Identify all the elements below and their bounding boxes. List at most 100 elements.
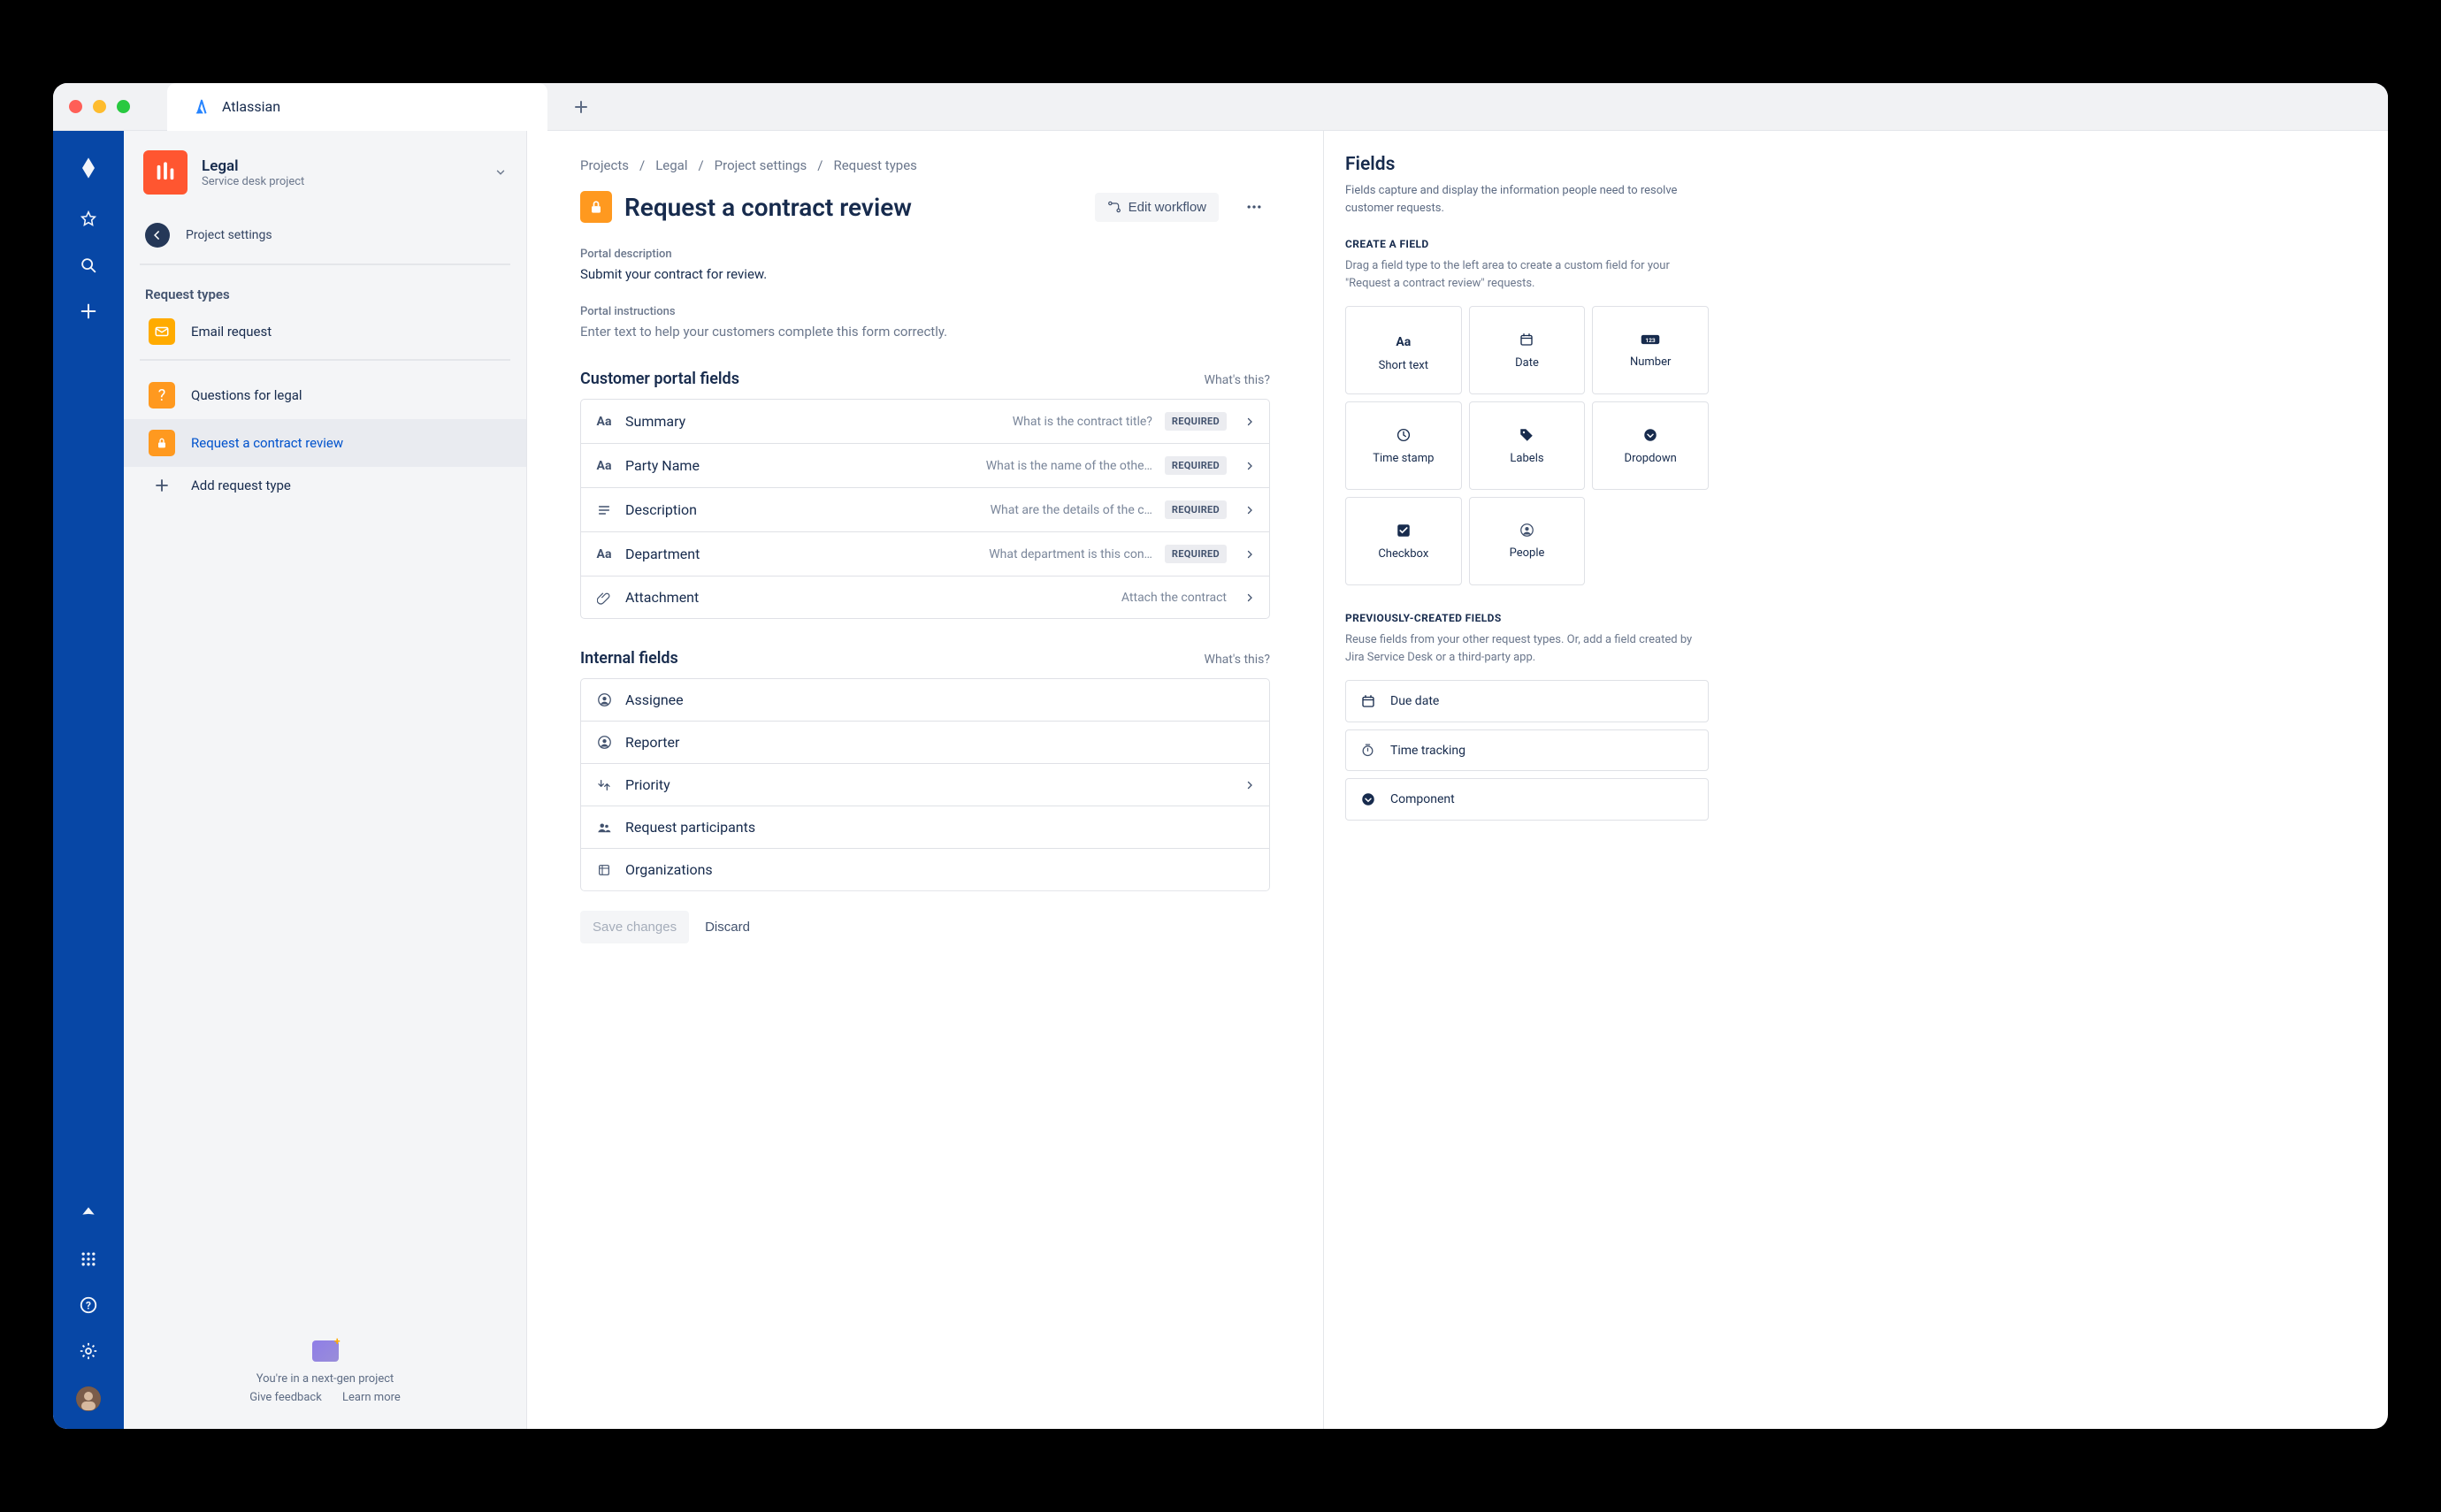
field-type-icon: [1360, 791, 1378, 807]
portal-field-row[interactable]: AaParty NameWhat is the name of the othe…: [581, 444, 1269, 488]
portal-field-row[interactable]: DescriptionWhat are the details of the c…: [581, 488, 1269, 532]
back-to-project-settings[interactable]: Project settings: [124, 210, 526, 260]
discard-button[interactable]: Discard: [705, 911, 750, 943]
field-helper: Attach the contract: [711, 591, 1227, 605]
app-switcher-icon[interactable]: [78, 1249, 99, 1270]
field-type-label: Labels: [1510, 452, 1543, 465]
search-icon[interactable]: [78, 255, 99, 276]
notifications-icon[interactable]: [78, 1203, 99, 1224]
customer-portal-fields-heading: Customer portal fields: [580, 370, 739, 388]
jira-logo-icon[interactable]: [73, 152, 104, 184]
field-type-card[interactable]: People: [1469, 497, 1586, 585]
portal-field-row[interactable]: AaDepartmentWhat department is this con……: [581, 532, 1269, 577]
required-badge: REQUIRED: [1165, 545, 1227, 563]
field-type-card[interactable]: Checkbox: [1345, 497, 1462, 585]
close-window-button[interactable]: [69, 100, 82, 113]
portal-instructions-label: Portal instructions: [580, 305, 1270, 318]
portal-field-row[interactable]: AaSummaryWhat is the contract title?REQU…: [581, 400, 1269, 444]
field-type-icon: [595, 863, 613, 877]
crumb-projects[interactable]: Projects: [580, 157, 629, 173]
field-type-card[interactable]: 123Number: [1592, 306, 1709, 394]
edit-workflow-button[interactable]: Edit workflow: [1095, 193, 1219, 222]
field-type-label: People: [1510, 546, 1545, 560]
field-type-card[interactable]: Labels: [1469, 401, 1586, 490]
prev-field-label: Due date: [1390, 694, 1439, 708]
field-name: Request participants: [625, 819, 755, 836]
portal-description-value[interactable]: Submit your contract for review.: [580, 266, 1270, 282]
help-icon[interactable]: ?: [78, 1294, 99, 1316]
project-header[interactable]: Legal Service desk project: [124, 131, 526, 210]
field-name: Assignee: [625, 691, 684, 708]
field-type-icon: [1519, 427, 1534, 443]
internal-field-row[interactable]: Request participants: [581, 806, 1269, 849]
learn-more-link[interactable]: Learn more: [342, 1391, 401, 1404]
more-actions-button[interactable]: [1238, 193, 1270, 221]
portal-instructions-placeholder[interactable]: Enter text to help your customers comple…: [580, 324, 1270, 340]
crumb-project-settings[interactable]: Project settings: [715, 157, 807, 173]
request-type-icon: [580, 191, 612, 223]
internal-field-row[interactable]: Reporter: [581, 722, 1269, 764]
field-type-label: Dropdown: [1625, 452, 1677, 465]
field-name: Party Name: [625, 457, 700, 474]
project-settings-label: Project settings: [186, 228, 272, 242]
chevron-right-icon: [1239, 416, 1255, 427]
nextgen-label: You're in a next-gen project: [134, 1372, 516, 1386]
field-name: Description: [625, 501, 697, 518]
required-badge: REQUIRED: [1165, 500, 1227, 519]
crumb-legal[interactable]: Legal: [655, 157, 687, 173]
main-area: Projects/ Legal/ Project settings/ Reque…: [527, 131, 2388, 1429]
internal-field-row[interactable]: Assignee: [581, 679, 1269, 722]
settings-gear-icon[interactable]: [78, 1340, 99, 1362]
arrow-left-icon: [145, 223, 170, 248]
crumb-request-types[interactable]: Request types: [833, 157, 916, 173]
whats-this-link[interactable]: What's this?: [1205, 373, 1270, 387]
give-feedback-link[interactable]: Give feedback: [249, 1391, 322, 1404]
field-type-icon: 123: [1641, 332, 1660, 347]
minimize-window-button[interactable]: [93, 100, 106, 113]
prev-field-label: Component: [1390, 792, 1455, 806]
field-type-icon: [1360, 743, 1378, 758]
maximize-window-button[interactable]: [117, 100, 130, 113]
prev-field-item[interactable]: Due date: [1345, 680, 1709, 722]
create-icon[interactable]: [78, 301, 99, 322]
whats-this-link[interactable]: What's this?: [1205, 653, 1270, 667]
global-nav-rail: ?: [53, 131, 124, 1429]
user-avatar[interactable]: [76, 1386, 101, 1411]
project-sidebar: Legal Service desk project Project setti…: [124, 131, 527, 1429]
field-type-card[interactable]: Dropdown: [1592, 401, 1709, 490]
new-tab-button[interactable]: [574, 100, 588, 114]
chevron-down-icon[interactable]: [494, 166, 507, 179]
chevron-right-icon: [1239, 780, 1255, 790]
portal-description-label: Portal description: [580, 248, 1270, 261]
field-type-icon: Aa: [595, 415, 613, 429]
required-badge: REQUIRED: [1165, 456, 1227, 475]
star-icon[interactable]: [78, 209, 99, 230]
field-type-icon: [1519, 332, 1534, 347]
sidebar-item-request-contract-review[interactable]: Request a contract review: [124, 419, 526, 467]
sidebar-item-label: Request a contract review: [191, 435, 343, 451]
field-type-icon: [595, 735, 613, 750]
prev-field-item[interactable]: Time tracking: [1345, 729, 1709, 771]
internal-field-row[interactable]: Organizations: [581, 849, 1269, 890]
save-changes-button[interactable]: Save changes: [580, 911, 689, 943]
sidebar-item-email-request[interactable]: Email request: [124, 308, 526, 355]
sidebar-item-label: Questions for legal: [191, 387, 302, 403]
sidebar-item-questions-for-legal[interactable]: ? Questions for legal: [124, 371, 526, 419]
chevron-right-icon: [1239, 592, 1255, 603]
field-type-card[interactable]: AaShort text: [1345, 306, 1462, 394]
prev-field-item[interactable]: Component: [1345, 778, 1709, 821]
browser-tab[interactable]: Atlassian: [167, 83, 547, 131]
add-request-type-button[interactable]: Add request type: [124, 467, 526, 504]
svg-text:?: ?: [86, 1300, 91, 1312]
field-type-card[interactable]: Date: [1469, 306, 1586, 394]
edit-workflow-label: Edit workflow: [1129, 200, 1206, 215]
page-header: Request a contract review Edit workflow: [580, 191, 1270, 223]
field-name: Reporter: [625, 734, 679, 751]
titlebar: Atlassian: [53, 83, 2388, 131]
internal-field-row[interactable]: Priority: [581, 764, 1269, 806]
field-type-icon: [595, 503, 613, 517]
field-type-card[interactable]: Time stamp: [1345, 401, 1462, 490]
portal-field-row[interactable]: AttachmentAttach the contract: [581, 577, 1269, 618]
svg-text:123: 123: [1645, 336, 1656, 343]
project-type-label: Service desk project: [202, 175, 480, 188]
